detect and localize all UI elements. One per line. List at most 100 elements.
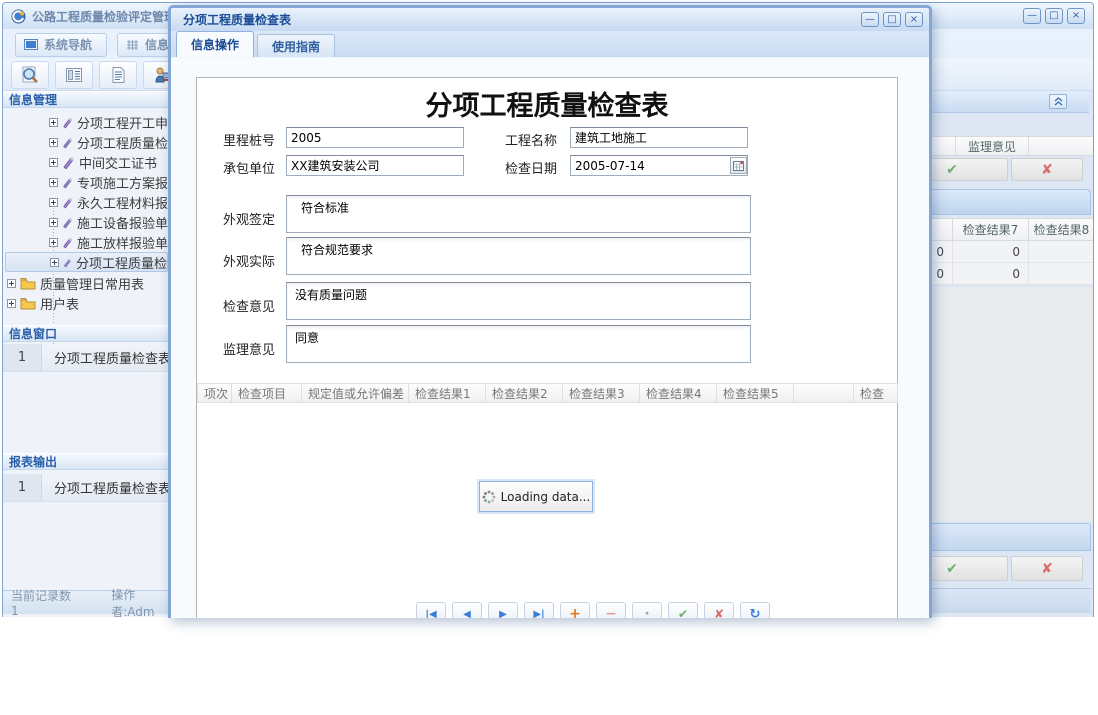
tree-item-label: 中间交工证书 — [79, 153, 157, 172]
contractor-label: 承包单位 — [223, 158, 275, 177]
collapse-panel-button[interactable] — [1049, 94, 1067, 109]
pager-remove-button[interactable]: − — [596, 602, 626, 618]
opinion-textarea[interactable]: 没有质量问题 — [286, 282, 751, 320]
list-item-index: 1 — [3, 474, 42, 501]
pager-first-button[interactable]: |◀ — [416, 602, 446, 618]
tree-item[interactable]: 分项工程开工申 — [5, 112, 168, 132]
expand-icon[interactable] — [7, 299, 16, 308]
tree-item[interactable]: 分项工程质量检 — [5, 132, 168, 152]
grid-col-result1[interactable]: 检查结果1 — [409, 383, 486, 403]
mileage-input[interactable] — [286, 127, 464, 148]
dialog-body: 分项工程质量检查表 里程桩号 工程名称 承包单位 检查日期 外观签定 符合标准 … — [171, 58, 929, 618]
sidebar: 信息管理 分项工程开工申 分项工程质量检 中间交工证书 专项施工方案报 永久工程… — [3, 91, 169, 617]
date-picker-button[interactable] — [730, 157, 747, 174]
contractor-input[interactable] — [286, 155, 464, 176]
expand-icon[interactable] — [49, 118, 58, 127]
expand-icon[interactable] — [7, 279, 16, 288]
pager-save-button[interactable]: ✔ — [668, 602, 698, 618]
tree-item[interactable]: 施工设备报验单 — [5, 212, 168, 232]
bg-grid-header-cell — [1029, 136, 1093, 156]
pager-add-button[interactable]: + — [560, 602, 590, 618]
document-button[interactable] — [99, 61, 137, 89]
grid-col-result3[interactable]: 检查结果3 — [563, 383, 640, 403]
mileage-label: 里程桩号 — [223, 130, 275, 149]
grid-col-result2[interactable]: 检查结果2 — [486, 383, 563, 403]
form-tool-icon — [62, 236, 73, 249]
pager-refresh-button[interactable]: ↻ — [740, 602, 770, 618]
loading-indicator: Loading data... — [479, 481, 593, 512]
dialog-minimize-button[interactable]: — — [861, 12, 879, 27]
tree-item[interactable]: 永久工程材料报 — [5, 192, 168, 212]
tree-item[interactable]: 施工放样报验单 — [5, 232, 168, 252]
bg-grid2-header-result7: 检查结果7 — [953, 218, 1029, 241]
tab-user-guide[interactable]: 使用指南 — [257, 34, 335, 57]
panel-info-window-header[interactable]: 信息窗口 — [3, 325, 168, 342]
opinion-label: 检查意见 — [223, 296, 275, 315]
panel-report-output-header[interactable]: 报表输出 — [3, 453, 168, 470]
nav-system-label: 系统导航 — [44, 36, 92, 53]
expand-icon[interactable] — [49, 218, 58, 227]
pager-edit-button[interactable]: · — [632, 602, 662, 618]
dialog-window: 分项工程质量检查表 — □ × 信息操作 使用指南 分项工程质量检查表 里程桩号… — [168, 5, 932, 618]
tree-folder-item[interactable]: 用户表 — [5, 293, 168, 313]
tree-item-label: 施工设备报验单 — [77, 213, 168, 232]
record-count-label: 当前记录数 1 — [3, 587, 71, 617]
close-button[interactable]: × — [1067, 8, 1085, 24]
tree-item[interactable]: 专项施工方案报 — [5, 172, 168, 192]
expand-icon[interactable] — [49, 158, 58, 167]
report-output-list-item[interactable]: 1 分项工程质量检查表 — [3, 474, 168, 502]
nav-system-button[interactable]: 系统导航 — [15, 33, 107, 57]
tree-folder-item[interactable]: 质量管理日常用表 — [5, 273, 168, 293]
inspect-date-input[interactable] — [570, 155, 748, 176]
search-button[interactable] — [11, 61, 49, 89]
pager-prev-button[interactable]: ◀ — [452, 602, 482, 618]
dialog-maximize-button[interactable]: □ — [883, 12, 901, 27]
grid-col-result6[interactable]: 检查 — [854, 383, 898, 403]
pager-cancel-button[interactable]: ✘ — [704, 602, 734, 618]
panel-info-management-header[interactable]: 信息管理 — [3, 91, 168, 108]
list-item-label: 分项工程质量检查表 — [42, 348, 168, 367]
form-tool-icon — [63, 256, 72, 269]
dialog-close-button[interactable]: × — [905, 12, 923, 27]
supervision-textarea[interactable]: 同意 — [286, 325, 751, 363]
project-name-input[interactable] — [570, 127, 748, 148]
bg-grid2-header-result8: 检查结果8 — [1029, 218, 1093, 241]
grid-col-result5[interactable]: 检查结果5 — [717, 383, 794, 403]
form-tool-icon — [62, 216, 73, 229]
tab-info-operation[interactable]: 信息操作 — [176, 31, 254, 57]
report-button[interactable] — [55, 61, 93, 89]
restore-button[interactable]: □ — [1045, 8, 1063, 24]
grid-col-result4[interactable]: 检查结果4 — [640, 383, 717, 403]
grid-col-item[interactable]: 检查项目 — [232, 383, 302, 403]
bg-cancel-button-top[interactable]: ✘ — [1011, 158, 1083, 181]
expand-icon[interactable] — [50, 258, 59, 267]
bg-cancel-button-bottom[interactable]: ✘ — [1011, 556, 1083, 581]
expand-icon[interactable] — [49, 238, 58, 247]
grid-col-blank[interactable] — [794, 383, 854, 403]
tree-item[interactable]: 中间交工证书 — [5, 152, 168, 172]
form-panel: 分项工程质量检查表 里程桩号 工程名称 承包单位 检查日期 外观签定 符合标准 … — [196, 77, 898, 618]
pager-next-button[interactable]: ▶ — [488, 602, 518, 618]
actual-textarea[interactable]: 符合规范要求 — [286, 237, 751, 275]
bg-grid2-cell: 0 — [953, 241, 1029, 263]
chevron-double-up-icon — [1054, 97, 1063, 106]
grid-icon — [126, 39, 139, 51]
form-tool-icon — [62, 196, 73, 209]
tree-item-label: 用户表 — [40, 294, 79, 313]
expand-icon[interactable] — [49, 198, 58, 207]
info-window-list-item[interactable]: 1 分项工程质量检查表 — [3, 344, 168, 372]
dialog-titlebar[interactable]: 分项工程质量检查表 — □ × — [171, 8, 929, 31]
tree-item-selected[interactable]: 分项工程质量检 — [5, 252, 168, 272]
project-name-label: 工程名称 — [505, 130, 557, 149]
tree-item-label: 分项工程质量检 — [77, 133, 168, 152]
minimize-button[interactable]: — — [1023, 8, 1041, 24]
grid-col-index[interactable]: 项次 — [197, 383, 232, 403]
expand-icon[interactable] — [49, 138, 58, 147]
expand-icon[interactable] — [49, 178, 58, 187]
document-icon — [108, 65, 128, 85]
grid-col-spec[interactable]: 规定值或允许偏差 — [302, 383, 409, 403]
pager-last-button[interactable]: ▶| — [524, 602, 554, 618]
dialog-title: 分项工程质量检查表 — [183, 11, 857, 28]
spinner-icon — [482, 490, 496, 504]
appearance-textarea[interactable]: 符合标准 — [286, 195, 751, 233]
